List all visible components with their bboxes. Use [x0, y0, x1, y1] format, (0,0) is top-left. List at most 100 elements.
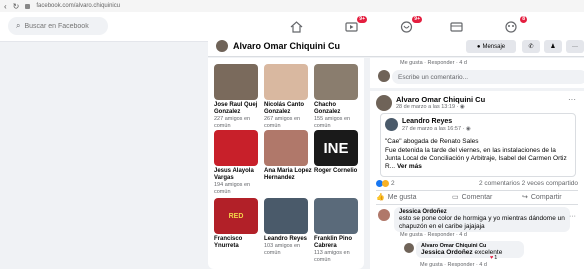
friend-photo[interactable]: RED — [214, 198, 258, 234]
friend-name[interactable]: Ana Maria Lopez Hernandez — [264, 168, 312, 182]
reply-likes[interactable]: ♥ 1 — [490, 255, 497, 261]
like-button[interactable]: 👍 Me gusta — [376, 193, 417, 202]
comment-bubble: Jessica Ordoñez esto se pone color de ho… — [394, 207, 570, 232]
reload-icon[interactable]: ↻ — [13, 2, 20, 11]
search-input[interactable] — [24, 22, 105, 30]
share-button[interactable]: ↪ Compartir — [522, 193, 562, 202]
post-date: 28 de marzo a las 13:19 · — [396, 104, 460, 110]
groups-badge: 8 — [520, 16, 527, 23]
shared-author-name[interactable]: Leandro Reyes — [402, 118, 452, 125]
home-icon[interactable] — [286, 19, 306, 35]
divider — [376, 190, 578, 191]
shared-timestamp[interactable]: 27 de marzo a las 16:57 · ◉ — [402, 126, 471, 132]
globe-icon: ◉ — [459, 104, 465, 110]
friend-item[interactable]: Ana Maria Lopez Hernandez — [264, 130, 312, 182]
friend-item[interactable]: Nicolás Canto Gonzalez 267 amigos en com… — [264, 64, 312, 129]
commenter-avatar[interactable] — [378, 209, 390, 221]
shared-quote: "Cae" abogada de Renato Sales — [385, 138, 479, 145]
reactions-count: 2 — [391, 180, 395, 187]
friend-photo[interactable] — [214, 64, 258, 100]
friend-item[interactable]: RED Francisco Ynurreta — [214, 198, 262, 250]
friend-item[interactable]: Leandro Reyes 103 amigos en común — [264, 198, 312, 256]
see-more-link[interactable]: Ver más — [397, 163, 422, 170]
friend-item[interactable]: Franklin Pino Cabrera 113 amigos en comú… — [314, 198, 362, 263]
friend-name[interactable]: Nicolás Canto Gonzalez — [264, 102, 312, 116]
friend-name[interactable]: Jesus Alayola Vargas — [214, 168, 262, 182]
comment-options-icon[interactable]: ··· — [569, 213, 576, 220]
friend-name[interactable]: Franklin Pino Cabrera — [314, 236, 362, 250]
search-icon: ⌕ — [16, 21, 21, 30]
previous-post-footer: Me gusta · Responder · 4 d Escribe un co… — [370, 58, 584, 88]
browser-toolbar: ‹ ↻ facebook.com/alvaro.chiquinicu — [0, 0, 584, 12]
friend-name[interactable]: Leandro Reyes — [264, 236, 312, 243]
post-card: Alvaro Omar Chiquini Cu 28 de marzo a la… — [370, 91, 584, 269]
friend-photo[interactable] — [314, 64, 358, 100]
friend-item[interactable]: Jesus Alayola Vargas 194 amigos en común — [214, 130, 262, 195]
friend-photo[interactable] — [264, 130, 308, 166]
reply-author-avatar[interactable] — [404, 243, 414, 253]
profile-header-strip: Alvaro Omar Chiquini Cu ● Mensaje ✆ ♟ ··… — [208, 36, 584, 57]
phone-icon: ✆ — [528, 44, 534, 50]
friend-item[interactable]: Jose Raul Quej Gonzalez 227 amigos en co… — [214, 64, 262, 129]
friend-name[interactable]: Jose Raul Quej Gonzalez — [214, 102, 262, 116]
address-bar[interactable]: facebook.com/alvaro.chiquinicu — [36, 3, 120, 9]
divider — [376, 204, 578, 205]
shared-post[interactable]: Leandro Reyes 27 de marzo a las 16:57 · … — [380, 113, 576, 177]
marketplace-icon[interactable]: 9+ — [396, 16, 422, 35]
reactions-summary[interactable]: 2 — [376, 180, 395, 187]
friend-item[interactable]: INE Roger Cornelio — [314, 130, 362, 175]
reply-actions[interactable]: Me gusta · Responder · 4 d — [420, 262, 487, 268]
shared-date: 27 de marzo a las 16:57 · — [402, 126, 466, 132]
haha-reaction-icon — [382, 180, 389, 187]
friend-name[interactable]: Francisco Ynurreta — [214, 236, 262, 250]
groups-icon[interactable]: 8 — [501, 16, 527, 35]
comment-input[interactable]: Escribe un comentario... — [392, 70, 584, 84]
shared-author-avatar[interactable] — [385, 118, 398, 131]
reply-likes-count: 1 — [494, 255, 498, 261]
friend-name[interactable]: Roger Cornelio — [314, 168, 362, 175]
friend-photo[interactable]: INE — [314, 130, 358, 166]
friend-photo[interactable] — [264, 198, 308, 234]
friend-item[interactable]: Chacho Gonzalez 155 amigos en común — [314, 64, 362, 129]
friend-photo[interactable] — [264, 64, 308, 100]
profile-avatar[interactable] — [216, 40, 228, 52]
mutual-friends-count: 113 amigos en común — [314, 250, 350, 263]
share-icon: ↪ — [522, 194, 528, 201]
heart-reaction-icon: ♥ — [490, 255, 494, 261]
more-options-button[interactable]: ··· — [566, 40, 584, 53]
mutual-friends-count: 267 amigos en común — [264, 116, 301, 129]
post-options-icon[interactable]: ··· — [568, 95, 576, 104]
friend-status-button[interactable]: ♟ — [544, 40, 562, 53]
watch-badge: 9+ — [357, 16, 367, 23]
post-timestamp[interactable]: 28 de marzo a las 13:19 · ◉ — [396, 104, 465, 110]
shared-body: Fue detenida la tarde del viernes, en la… — [385, 147, 571, 171]
friend-name[interactable]: Chacho Gonzalez — [314, 102, 362, 116]
back-icon[interactable]: ‹ — [4, 2, 7, 11]
friend-photo[interactable] — [314, 198, 358, 234]
reply-mention[interactable]: Jessica Ordoñez — [421, 249, 473, 256]
search-box[interactable]: ⌕ — [8, 17, 108, 35]
profile-name[interactable]: Alvaro Omar Chiquini Cu — [233, 41, 340, 51]
person-icon: ♟ — [550, 44, 556, 50]
comment-text: esto se pone color de hormiga y yo mient… — [399, 215, 565, 230]
comment-button[interactable]: ▭ Comentar — [452, 193, 492, 202]
message-button[interactable]: ● Mensaje — [466, 40, 516, 53]
mutual-friends-count: 155 amigos en común — [314, 116, 351, 129]
comment-actions[interactable]: Me gusta · Responder · 4 d — [400, 232, 467, 238]
gaming-icon[interactable] — [446, 19, 466, 35]
lock-icon — [25, 3, 31, 9]
marketplace-badge: 9+ — [412, 16, 422, 23]
watch-icon[interactable]: 9+ — [341, 16, 367, 35]
post-author-avatar[interactable] — [376, 95, 392, 111]
comment-placeholder: Escribe un comentario... — [398, 73, 469, 81]
friends-card: Jose Raul Quej Gonzalez 227 amigos en co… — [208, 58, 364, 269]
post-author-name[interactable]: Alvaro Omar Chiquini Cu — [396, 95, 485, 104]
call-button[interactable]: ✆ — [522, 40, 540, 53]
post-stats[interactable]: 2 comentarios 2 veces compartido — [479, 180, 578, 187]
friend-photo[interactable] — [214, 130, 258, 166]
messenger-icon: ● — [476, 43, 481, 50]
globe-icon: ◉ — [465, 126, 471, 132]
comment-actions[interactable]: Me gusta · Responder · 4 d — [400, 60, 467, 66]
mutual-friends-count: 103 amigos en común — [264, 243, 301, 256]
current-user-avatar — [378, 70, 390, 82]
